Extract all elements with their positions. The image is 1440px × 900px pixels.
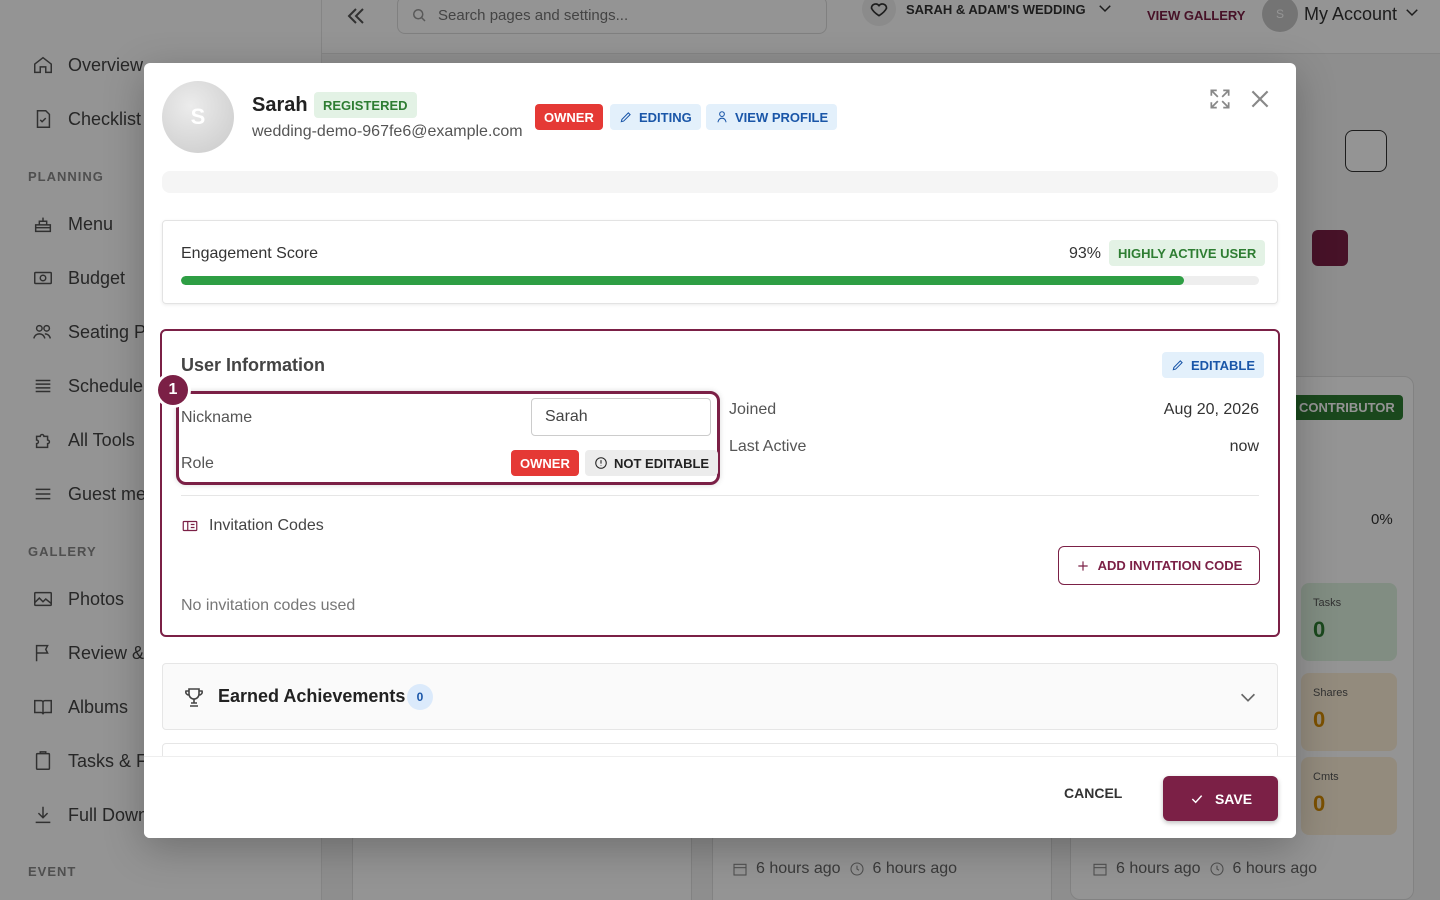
engagement-card: Engagement Score 93% HIGHLY ACTIVE USER — [162, 220, 1278, 304]
divider — [181, 495, 1259, 496]
ticket-icon — [182, 520, 198, 532]
owner-badge: OWNER — [535, 104, 603, 130]
earned-achievements-accordion[interactable]: Earned Achievements 0 — [162, 663, 1278, 730]
achievements-title: Earned Achievements — [218, 686, 406, 706]
engagement-title: Engagement Score — [181, 245, 318, 262]
add-invitation-code-button[interactable]: ADD INVITATION CODE — [1058, 546, 1260, 585]
trophy-icon — [182, 685, 206, 714]
editing-badge: EDITING — [610, 104, 701, 130]
pencil-icon — [1172, 360, 1183, 371]
achievements-count-badge: 0 — [407, 684, 433, 710]
nickname-label: Nickname — [181, 409, 253, 426]
close-button[interactable] — [1247, 86, 1273, 112]
check-icon — [1191, 794, 1203, 803]
fullscreen-icon — [1210, 89, 1230, 109]
pencil-icon — [620, 112, 631, 123]
close-icon — [1251, 90, 1269, 108]
no-invitation-codes-text: No invitation codes used — [181, 597, 356, 614]
role-label: Role — [181, 455, 214, 472]
engagement-progress-bar — [181, 276, 1259, 285]
user-information-title: User Information — [181, 355, 326, 375]
person-icon — [717, 111, 727, 123]
engagement-progress-fill — [181, 276, 1184, 285]
activity-level-badge: HIGHLY ACTIVE USER — [1109, 240, 1266, 266]
user-information-card: User Information EDITABLE 1 Nickname Rol… — [158, 329, 1280, 637]
plus-icon — [1077, 560, 1088, 571]
chevron-down-icon — [1237, 686, 1259, 713]
cancel-button[interactable]: CANCEL — [1064, 785, 1122, 801]
save-button[interactable]: SAVE — [1163, 776, 1278, 821]
nickname-input[interactable] — [531, 398, 711, 436]
joined-label: Joined — [729, 401, 777, 418]
loading-skeleton — [162, 171, 1278, 193]
engagement-percent: 93% — [1069, 245, 1102, 262]
user-email: wedding-demo-967fe6@example.com — [252, 123, 523, 140]
not-editable-badge: NOT EDITABLE — [585, 450, 719, 476]
view-profile-button[interactable]: VIEW PROFILE — [706, 104, 838, 130]
info-icon — [595, 457, 607, 469]
role-owner-badge: OWNER — [511, 450, 579, 476]
editable-badge: EDITABLE — [1162, 352, 1265, 378]
invitation-codes-header: Invitation Codes — [181, 517, 324, 535]
step-marker: 1 — [158, 375, 188, 405]
last-active-value: now — [1229, 438, 1259, 455]
registered-badge: REGISTERED — [314, 92, 417, 118]
user-details-modal: S Sarah REGISTERED wedding-demo-967fe6@e… — [144, 63, 1296, 838]
user-name: Sarah — [252, 94, 308, 116]
modal-footer: CANCEL SAVE — [144, 756, 1296, 838]
user-avatar: S — [162, 81, 234, 153]
fullscreen-button[interactable] — [1207, 86, 1233, 112]
joined-value: Aug 20, 2026 — [1163, 401, 1259, 418]
last-active-label: Last Active — [729, 438, 807, 455]
